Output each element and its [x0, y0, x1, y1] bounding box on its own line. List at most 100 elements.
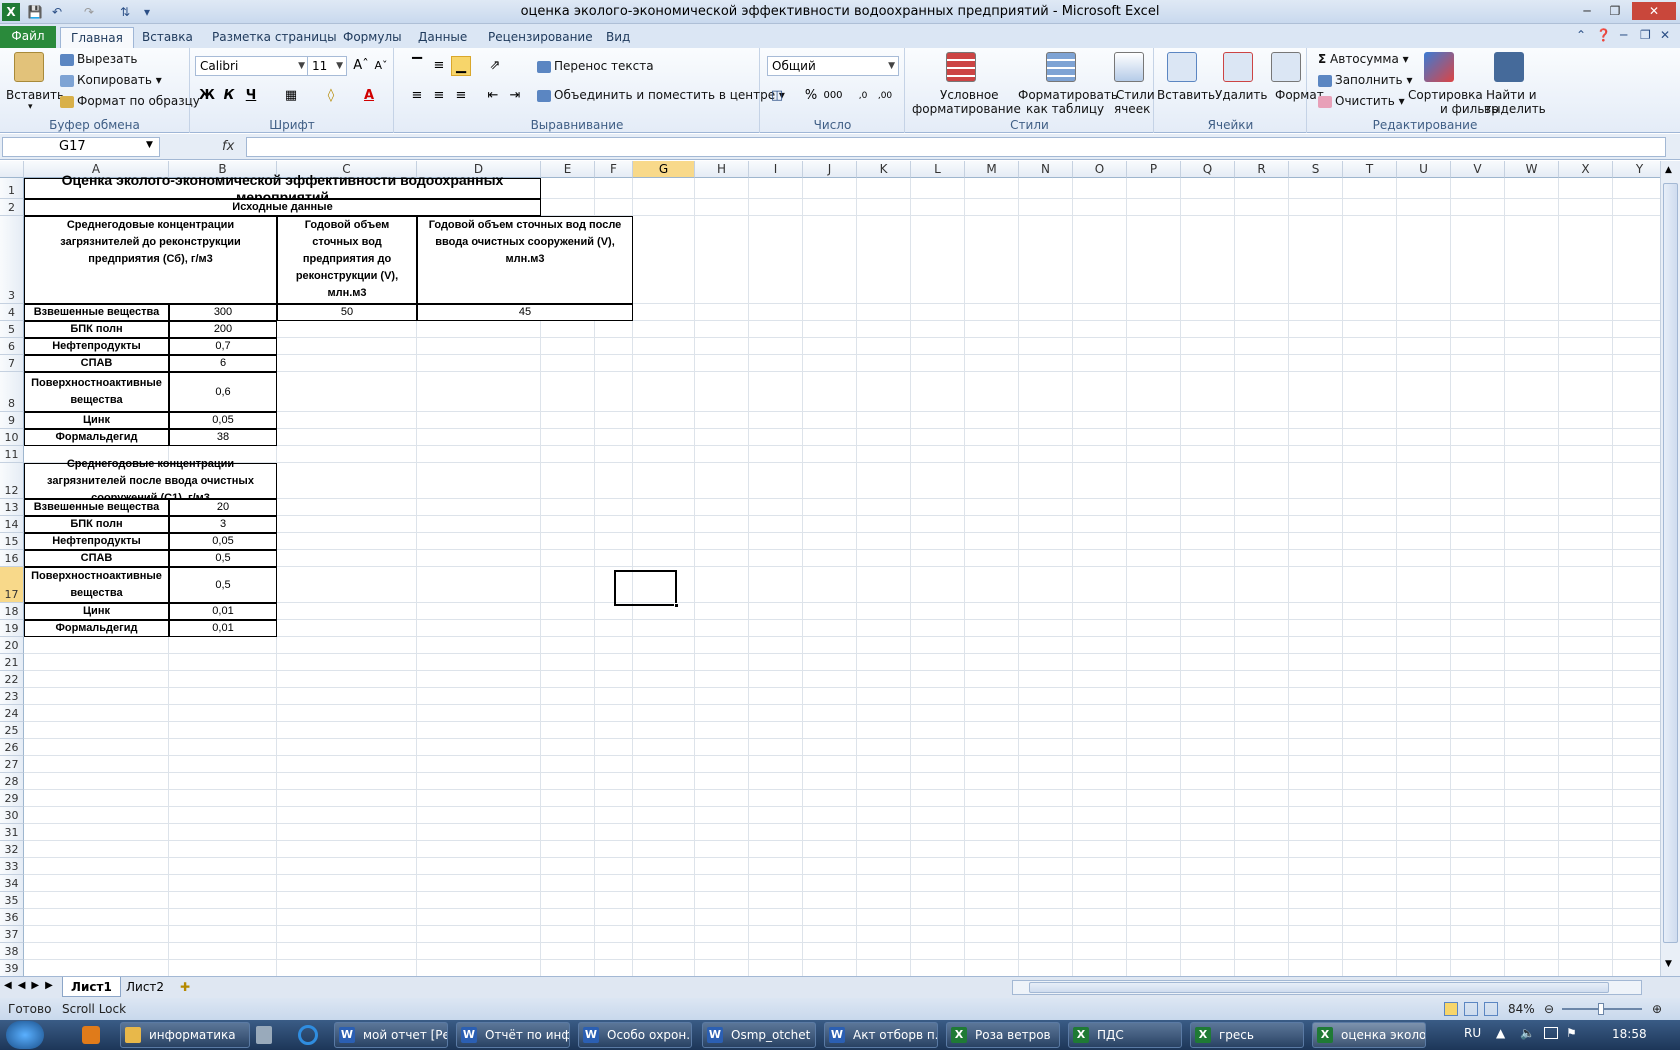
vertical-scroll-thumb[interactable] — [1663, 183, 1678, 943]
column-header-n[interactable]: N — [1019, 161, 1073, 178]
cell-pollutant-before[interactable]: СПАВ — [24, 355, 169, 372]
underline-icon[interactable]: Ч — [241, 86, 261, 106]
cell-header-volume-before[interactable]: Годовой объем сточных вод предприятия до… — [277, 216, 417, 304]
row-header-22[interactable]: 22 — [0, 671, 24, 688]
cell-pollutant-after[interactable]: БПК полн — [24, 516, 169, 533]
normal-view-icon[interactable] — [1444, 1002, 1458, 1016]
row-header-16[interactable]: 16 — [0, 550, 24, 567]
vertical-scrollbar[interactable]: ▲ ▼ — [1660, 161, 1680, 976]
currency-icon[interactable]: ◫ — [767, 86, 787, 106]
row-header-29[interactable]: 29 — [0, 790, 24, 807]
cell-volume-before[interactable]: 50 — [277, 304, 417, 321]
taskbar-item-2[interactable]: Wмой отчет [Ре... — [334, 1022, 448, 1048]
sheet-tab-1[interactable]: Лист1 — [62, 977, 121, 997]
sheet-tab-2[interactable]: Лист2 — [118, 977, 172, 997]
format-as-table-button[interactable]: Форматировать — [1018, 88, 1118, 102]
column-header-m[interactable]: M — [965, 161, 1019, 178]
row-header-28[interactable]: 28 — [0, 773, 24, 790]
row-header-7[interactable]: 7 — [0, 355, 24, 372]
cell-value-before[interactable]: 200 — [169, 321, 277, 338]
number-format-combo[interactable]: Общий ▼ — [767, 56, 899, 76]
column-header-g[interactable]: G — [633, 161, 695, 178]
doc-minimize-icon[interactable]: ─ — [1620, 28, 1627, 42]
cell-source-header[interactable]: Исходные данные — [24, 199, 541, 216]
column-header-i[interactable]: I — [749, 161, 803, 178]
cell-value-after[interactable]: 0,01 — [169, 603, 277, 620]
taskbar-item-6[interactable]: W Акт отборв п... — [824, 1022, 938, 1048]
name-box-dropdown-icon[interactable]: ▼ — [146, 140, 153, 150]
tab-data[interactable]: Данные — [408, 27, 477, 48]
row-header-39[interactable]: 39 — [0, 960, 24, 976]
row-header-10[interactable]: 10 — [0, 429, 24, 446]
row-header-38[interactable]: 38 — [0, 943, 24, 960]
cell-header-after[interactable]: Среднегодовые концентрации загрязнителей… — [24, 458, 277, 504]
column-header-w[interactable]: W — [1505, 161, 1559, 178]
page-layout-view-icon[interactable] — [1464, 1002, 1478, 1016]
cell-value-before[interactable]: 38 — [169, 429, 277, 446]
column-header-x[interactable]: X — [1559, 161, 1613, 178]
row-header-18[interactable]: 18 — [0, 603, 24, 620]
tab-view[interactable]: Вид — [596, 27, 640, 48]
taskbar-item-9[interactable]: Xгресь — [1190, 1022, 1304, 1048]
italic-icon[interactable]: К — [219, 86, 239, 106]
worksheet-grid[interactable]: ABCDEFGHIJKLMNOPQRSTUVWXY 1 2 3 4 5 6 7 8 9 10 11 1… — [0, 161, 1660, 976]
cell-value-before[interactable]: 6 — [169, 355, 277, 372]
name-box[interactable]: G17 — [2, 137, 160, 157]
format-painter-button[interactable]: Формат по образцу — [60, 94, 200, 108]
bold-icon[interactable]: Ж — [197, 86, 217, 106]
ie-icon[interactable] — [298, 1025, 318, 1045]
row-header-34[interactable]: 34 — [0, 875, 24, 892]
horizontal-scroll-thumb[interactable] — [1029, 982, 1609, 993]
scroll-down-icon[interactable]: ▼ — [1665, 959, 1672, 969]
fill-handle[interactable] — [674, 603, 679, 608]
row-header-33[interactable]: 33 — [0, 858, 24, 875]
active-cell-g17[interactable] — [614, 570, 679, 608]
ribbon-minimize-icon[interactable]: ⌃ — [1576, 28, 1586, 42]
cell-pollutant-before[interactable]: БПК полн — [24, 321, 169, 338]
tab-page-layout[interactable]: Разметка страницы — [202, 27, 347, 48]
row-header-4[interactable]: 4 — [0, 304, 24, 321]
row-header-15[interactable]: 15 — [0, 533, 24, 550]
taskbar-item-5[interactable]: WOsmp_otchet ... — [702, 1022, 816, 1048]
row-header-36[interactable]: 36 — [0, 909, 24, 926]
select-all-corner[interactable] — [0, 161, 24, 178]
horizontal-scrollbar[interactable] — [1012, 980, 1642, 995]
cell-volume-after[interactable]: 45 — [417, 304, 633, 321]
fill-button[interactable]: Заполнить ▾ — [1318, 73, 1412, 87]
doc-restore-icon[interactable]: ❐ — [1640, 28, 1651, 42]
cell-value-after[interactable]: 0,01 — [169, 620, 277, 637]
cell-pollutant-after[interactable]: Нефтепродукты — [24, 533, 169, 550]
align-center-icon[interactable]: ≡ — [429, 86, 449, 106]
row-header-1[interactable]: 1 — [0, 178, 24, 199]
clear-button[interactable]: Очистить ▾ — [1318, 94, 1405, 108]
column-header-s[interactable]: S — [1289, 161, 1343, 178]
cell-pollutant-after[interactable]: СПАВ — [24, 550, 169, 567]
taskbar-item-3[interactable]: WОтчёт по инф... — [456, 1022, 570, 1048]
font-color-icon[interactable]: A — [359, 86, 379, 106]
cell-pollutant-after[interactable]: Цинк — [24, 603, 169, 620]
decrease-decimal-icon[interactable]: ,00 — [875, 86, 895, 106]
row-header-6[interactable]: 6 — [0, 338, 24, 355]
taskbar-item-4[interactable]: W Особо охрон... — [578, 1022, 692, 1048]
find-select-button[interactable]: Найти и — [1486, 88, 1537, 102]
column-header-r[interactable]: R — [1235, 161, 1289, 178]
volume-icon[interactable]: 🔈 — [1520, 1026, 1535, 1040]
taskbar-item-7[interactable]: X Роза ветров — [946, 1022, 1060, 1048]
row-header-11[interactable]: 11 — [0, 446, 24, 463]
cell-pollutant-before[interactable]: Нефтепродукты — [24, 338, 169, 355]
column-header-q[interactable]: Q — [1181, 161, 1235, 178]
start-button-icon[interactable] — [6, 1021, 44, 1049]
cell-value-before[interactable]: 0,6 — [169, 372, 277, 412]
tray-arrow-icon[interactable]: ▲ — [1496, 1026, 1505, 1040]
flag-icon[interactable]: ⚑ — [1566, 1026, 1577, 1040]
cell-header-before[interactable]: Среднегодовые концентрации загрязнителей… — [24, 216, 277, 304]
row-header-21[interactable]: 21 — [0, 654, 24, 671]
cell-styles-button[interactable]: Стили — [1116, 88, 1155, 102]
paste-dropdown-icon[interactable]: ▾ — [28, 102, 33, 112]
align-bottom-icon[interactable]: ▁ — [451, 56, 471, 76]
network-icon[interactable] — [1544, 1027, 1558, 1039]
insert-function-icon[interactable]: fx — [222, 139, 234, 154]
doc-close-icon[interactable]: ✕ — [1660, 28, 1670, 42]
orientation-icon[interactable]: ⇗ — [485, 56, 505, 76]
borders-icon[interactable]: ▦ — [281, 86, 301, 106]
